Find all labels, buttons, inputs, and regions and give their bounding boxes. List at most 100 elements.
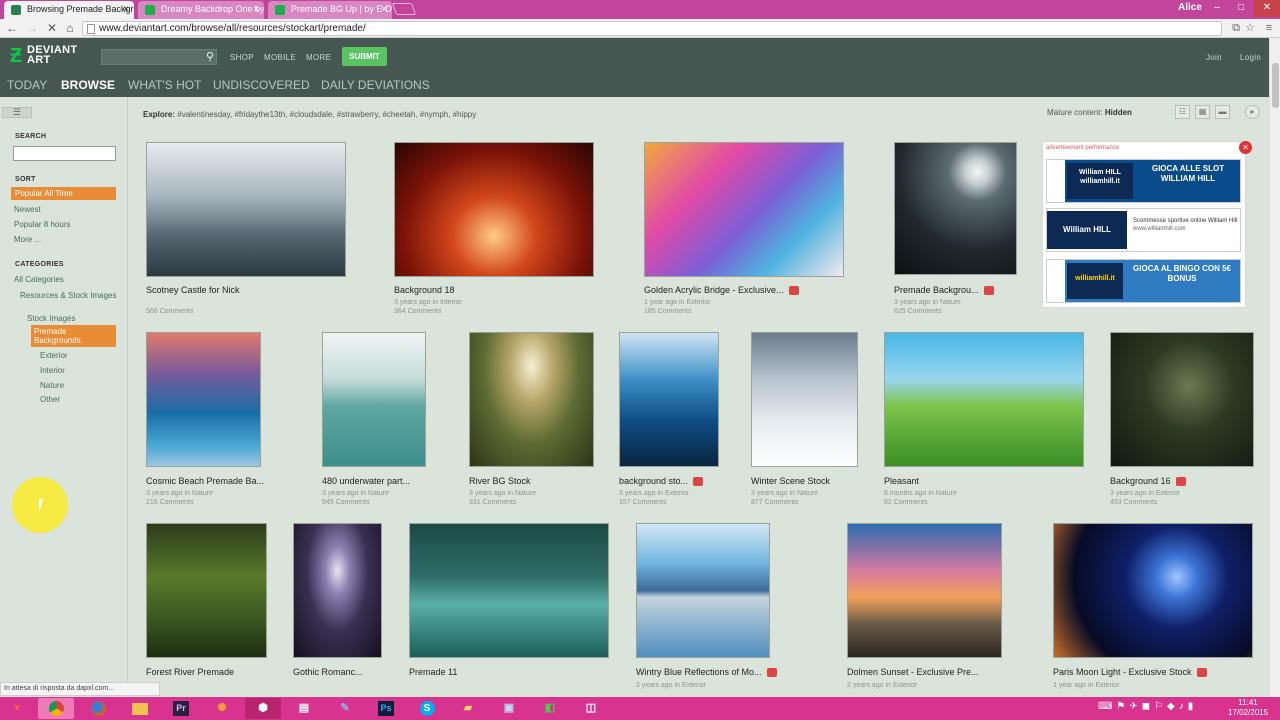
system-tray-icons[interactable]: ⌨⚑✈◼⚐◆♪▮ xyxy=(1098,701,1197,712)
deviation-title[interactable]: Cosmic Beach Premade Ba... xyxy=(146,476,264,486)
thumbnail[interactable] xyxy=(469,332,594,467)
deviation-title-text[interactable]: Golden Acrylic Bridge - Exclusive... xyxy=(644,285,784,295)
slideshow-icon[interactable]: ▸ xyxy=(1245,105,1260,119)
thumbnail[interactable] xyxy=(1110,332,1254,467)
tab-browse[interactable]: BROWSE xyxy=(61,78,115,92)
tab-today[interactable]: TODAY xyxy=(7,78,47,92)
login-link[interactable]: Login xyxy=(1240,53,1261,62)
thumbnail[interactable] xyxy=(1053,523,1253,658)
deviation-title[interactable]: Winter Scene Stock xyxy=(751,476,830,486)
deviation-comments[interactable]: 945 Comments xyxy=(322,499,369,506)
stop-reload-icon[interactable]: ✕ xyxy=(43,19,61,38)
page-scrollbar[interactable] xyxy=(1269,38,1280,697)
thumbnail[interactable] xyxy=(322,332,426,467)
deviation-title-text[interactable]: Paris Moon Light - Exclusive Stock xyxy=(1053,667,1192,677)
deviation-title[interactable]: Paris Moon Light - Exclusive Stock xyxy=(1053,667,1207,678)
deviation-title[interactable]: Background 18 xyxy=(394,285,455,295)
app-icon[interactable]: ▣ xyxy=(491,698,527,719)
tab-daily-deviations[interactable]: DAILY DEVIATIONS xyxy=(321,78,430,92)
tab-undiscovered[interactable]: UNDISCOVERED xyxy=(213,78,310,92)
site-logo[interactable]: DEVIANT ART xyxy=(27,45,87,66)
deviation-title[interactable]: Forest River Premade xyxy=(146,667,234,677)
home-icon[interactable]: ⌂ xyxy=(61,19,79,38)
deviation-title[interactable]: Gothic Romanc... xyxy=(293,667,363,677)
close-tab-icon[interactable]: × xyxy=(123,1,129,18)
premiere-icon[interactable]: Pr xyxy=(163,698,199,719)
thumbnail[interactable] xyxy=(394,142,594,277)
view-grid-icon[interactable]: ▦ xyxy=(1195,105,1210,119)
taskbar-clock[interactable]: 11:41 17/02/2015 xyxy=(1228,698,1268,718)
app-icon[interactable]: ◫ xyxy=(573,698,609,719)
view-list-icon[interactable]: ☷ xyxy=(1175,105,1190,119)
explore-tag-list[interactable]: #valentinesday, #fridaythe13th, #cloudsd… xyxy=(177,110,476,119)
category-resources[interactable]: Resources & Stock Images xyxy=(20,291,120,300)
deviation-title[interactable]: River BG Stock xyxy=(469,476,531,486)
sort-popular-all-time[interactable]: Popular All Time xyxy=(11,187,116,200)
deviation-comments[interactable]: 62 Comments xyxy=(884,499,928,506)
category-nature[interactable]: Nature xyxy=(40,381,64,390)
deviation-comments[interactable]: 157 Comments xyxy=(619,499,666,506)
deviation-title-text[interactable]: Premade Backgrou... xyxy=(894,285,979,295)
nav-more[interactable]: MORE xyxy=(306,53,331,62)
thumbnail[interactable] xyxy=(409,523,609,658)
deviation-title[interactable]: Premade Backgrou... xyxy=(894,285,994,296)
start-heart-icon[interactable]: ♥ xyxy=(2,698,32,719)
folder-icon[interactable]: ▰ xyxy=(450,698,486,719)
chrome-icon[interactable] xyxy=(38,698,74,719)
deviation-comments[interactable]: 331 Comments xyxy=(469,499,516,506)
ad-banner-slots[interactable]: William HILL williamhill.it GIOCA ALLE SL… xyxy=(1046,159,1241,203)
sort-popular-8-hours[interactable]: Popular 8 hours xyxy=(14,220,70,229)
thumbnail[interactable] xyxy=(636,523,770,658)
tab-whats-hot[interactable]: WHAT'S HOT xyxy=(128,78,201,92)
bookmark-star-icon[interactable]: ☆ xyxy=(1243,21,1257,35)
thumbnail[interactable] xyxy=(619,332,719,467)
mature-filter[interactable]: Mature content: Hidden xyxy=(1047,108,1132,117)
photoshop-icon[interactable]: Ps xyxy=(368,698,404,719)
app-icon[interactable]: ▤ xyxy=(286,698,322,719)
deviation-title[interactable]: Scotney Castle for Nick xyxy=(146,285,240,295)
thumbnail[interactable] xyxy=(146,142,346,277)
category-interior[interactable]: Interior xyxy=(40,366,65,375)
app-icon[interactable]: ✎ xyxy=(327,698,363,719)
app-icon[interactable]: ✺ xyxy=(204,698,240,719)
browser-tab[interactable]: Dreamy Backdrop One by × xyxy=(138,1,264,19)
category-all[interactable]: All Categories xyxy=(14,275,64,284)
deviation-title[interactable]: Wintry Blue Reflections of Mo... xyxy=(636,667,777,678)
deviation-comments[interactable]: 453 Comments xyxy=(1110,499,1157,506)
mature-value[interactable]: Hidden xyxy=(1105,108,1132,117)
menu-icon[interactable]: ≡ xyxy=(1262,21,1276,35)
deviation-title[interactable]: Dolmen Sunset - Exclusive Pre... xyxy=(847,667,979,677)
deviation-comments[interactable]: 625 Comments xyxy=(894,308,941,315)
site-search-input[interactable]: ⚲ xyxy=(101,49,217,65)
category-exterior[interactable]: Exterior xyxy=(40,351,68,360)
thumbnail[interactable] xyxy=(894,142,1017,275)
thumbnail[interactable] xyxy=(847,523,1002,658)
join-link[interactable]: Join xyxy=(1206,53,1222,62)
thumbnail[interactable] xyxy=(751,332,858,467)
category-stock-images[interactable]: Stock Images xyxy=(27,314,75,323)
sort-more[interactable]: More ... xyxy=(14,235,41,244)
submit-button[interactable]: SUBMIT xyxy=(342,47,387,66)
deviation-title[interactable]: Background 16 xyxy=(1110,476,1186,487)
deviation-comments[interactable]: 216 Comments xyxy=(146,499,193,506)
deviation-comments[interactable]: 566 Comments xyxy=(146,308,193,315)
browser-tab[interactable]: Premade BG Up | by E-Dir × xyxy=(268,1,392,19)
forward-icon[interactable]: → xyxy=(23,19,41,38)
thumbnail[interactable] xyxy=(884,332,1084,467)
view-large-icon[interactable]: ▬ xyxy=(1215,105,1230,119)
browser-profile-name[interactable]: Alice xyxy=(1178,2,1202,13)
nav-shop[interactable]: SHOP xyxy=(230,53,254,62)
sidebar-toggle-icon[interactable]: ☰ xyxy=(2,107,32,118)
close-tab-icon[interactable]: × xyxy=(253,1,259,18)
deviation-comments[interactable]: 364 Comments xyxy=(394,308,441,315)
app-icon[interactable]: ◧ xyxy=(532,698,568,719)
ad-banner-sport[interactable]: William HILL Scommesse sportive online W… xyxy=(1046,208,1241,252)
deviation-comments[interactable]: 185 Comments xyxy=(644,308,691,315)
nav-mobile[interactable]: MOBILE xyxy=(264,53,296,62)
app-icon[interactable]: ⬢ xyxy=(245,698,281,719)
deviation-title[interactable]: Golden Acrylic Bridge - Exclusive... xyxy=(644,285,799,296)
maximize-icon[interactable]: □ xyxy=(1230,0,1252,17)
thumbnail[interactable] xyxy=(146,332,261,467)
search-icon[interactable]: ⚲ xyxy=(206,50,214,63)
extension-icon[interactable]: ⧉ xyxy=(1229,21,1243,35)
